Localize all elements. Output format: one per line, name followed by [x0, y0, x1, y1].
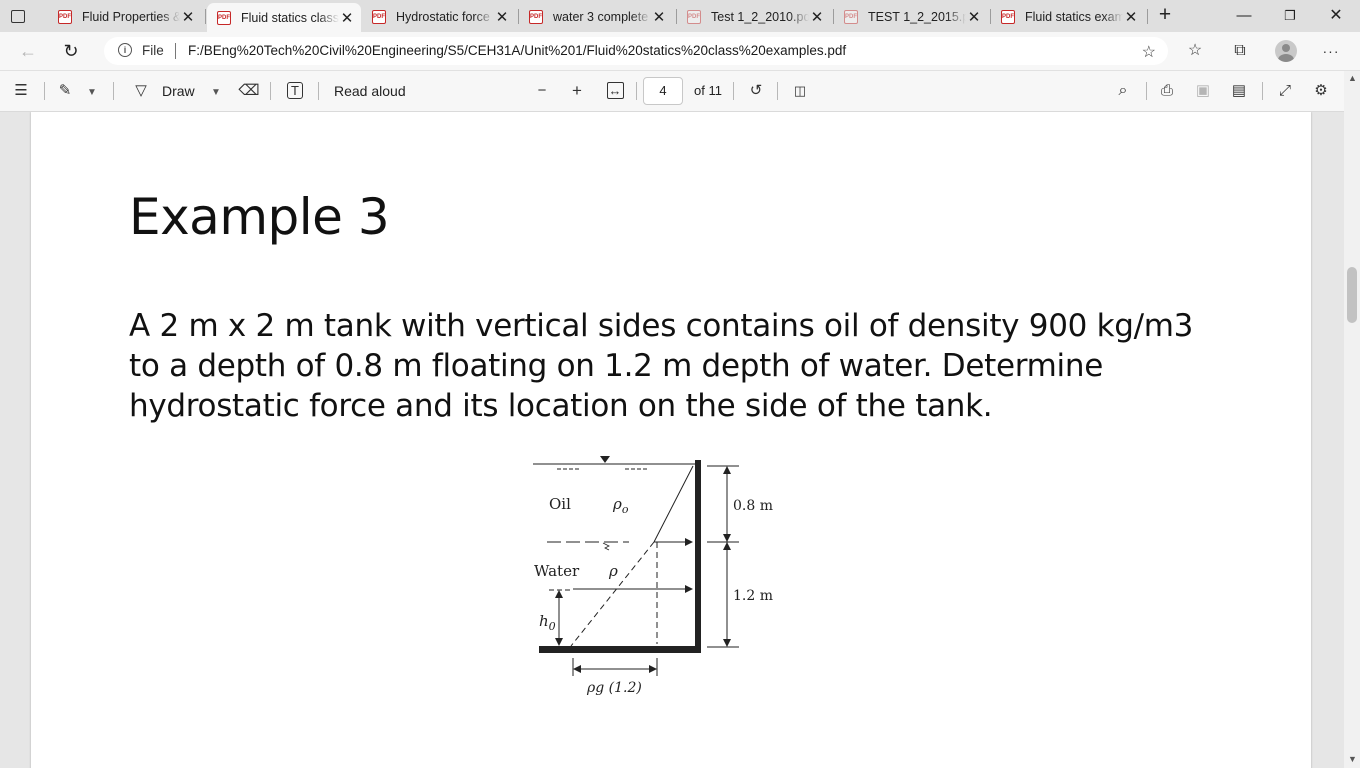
tab-fluid-statics-exam[interactable]: PDF Fluid statics exam ✕	[991, 3, 1145, 30]
settings-gear-icon[interactable]: ⚙	[1310, 80, 1332, 102]
water-depth-dimension: 1.2 m	[733, 588, 773, 604]
scrollbar-thumb[interactable]	[1347, 267, 1357, 323]
toolbar-divider	[1262, 82, 1263, 100]
tab-divider	[205, 9, 206, 24]
toolbar-divider	[733, 82, 734, 100]
window-close-icon[interactable]: ✕	[1314, 3, 1358, 29]
draw-pen-icon[interactable]: ▽	[131, 80, 151, 102]
draw-dropdown-chevron-icon[interactable]: ▼	[208, 80, 224, 102]
page-view-icon[interactable]: ◫	[789, 80, 811, 102]
address-bar: ← ↻ i File F:/BEng%20Tech%20Civil%20Engi…	[0, 32, 1360, 71]
tab-fluid-properties[interactable]: PDF Fluid Properties & ✕	[48, 3, 202, 30]
problem-statement: A 2 m x 2 m tank with vertical sides con…	[129, 308, 1194, 424]
pdf-file-icon: PDF	[844, 9, 858, 24]
profile-avatar[interactable]	[1275, 40, 1297, 62]
close-icon[interactable]: ✕	[180, 8, 196, 26]
toolbar-divider	[318, 82, 319, 100]
fit-to-width-icon[interactable]: ↔	[603, 80, 627, 102]
zoom-in-icon[interactable]: +	[567, 80, 587, 102]
toolbar-divider	[777, 82, 778, 100]
highlight-marker-icon[interactable]: ✎	[54, 80, 76, 102]
print-icon[interactable]: ⎙	[1156, 80, 1178, 102]
add-favorite-star-icon[interactable]: ☆	[1142, 42, 1156, 62]
toolbar-divider	[1146, 82, 1147, 100]
minimize-icon[interactable]: —	[1222, 3, 1266, 29]
scroll-up-arrow-icon[interactable]: ▲	[1348, 73, 1357, 83]
tab-divider	[1147, 9, 1148, 24]
pdf-file-icon: PDF	[687, 9, 701, 24]
vertical-scrollbar[interactable]: ▲ ▼	[1344, 71, 1360, 768]
oil-label: Oil	[549, 495, 571, 513]
pdf-file-icon: PDF	[217, 10, 231, 25]
tab-hydrostatic-force[interactable]: PDF Hydrostatic force ✕	[362, 3, 516, 30]
eraser-icon[interactable]: ⌫	[238, 80, 260, 102]
highlight-dropdown-chevron-icon[interactable]: ▼	[84, 80, 100, 102]
scroll-down-arrow-icon[interactable]: ▼	[1348, 754, 1357, 764]
tank-pressure-diagram: Oil ρo Water ρ h0 0.8 m 1.2 m ρg (1.2)	[533, 456, 773, 696]
rotate-icon[interactable]: ↺	[745, 80, 767, 102]
url-scheme-label: File	[142, 43, 164, 58]
toolbar-divider	[113, 82, 114, 100]
h0-symbol: h0	[539, 612, 556, 633]
pdf-toolbar: ☰ ✎ ▼ ▽ Draw ▼ ⌫ T Read aloud − + ↔ 4 of…	[0, 71, 1360, 112]
search-icon[interactable]: ⌕	[1112, 80, 1134, 102]
tab-title: Fluid statics exam	[1025, 9, 1123, 24]
draw-button[interactable]: Draw	[162, 80, 195, 102]
contents-list-icon[interactable]: ☰	[10, 80, 32, 102]
tab-test-2010[interactable]: PDF Test 1_2_2010.pdf ✕	[677, 3, 831, 30]
pdf-file-icon: PDF	[58, 9, 72, 24]
tab-title: Fluid statics class	[241, 10, 339, 25]
pdf-file-icon: PDF	[372, 9, 386, 24]
tab-actions-icon[interactable]	[8, 6, 28, 26]
restore-icon[interactable]: ❐	[1268, 3, 1312, 29]
bottom-pressure-label: ρg (1.2)	[586, 680, 642, 696]
favorites-icon[interactable]: ☆	[1182, 39, 1208, 63]
page-heading: Example 3	[129, 188, 390, 246]
tab-fluid-statics-class[interactable]: PDF Fluid statics class ✕	[207, 3, 361, 32]
tab-test-2015[interactable]: PDF TEST 1_2_2015.pdf ✕	[834, 3, 988, 30]
tab-title: Hydrostatic force	[396, 9, 490, 24]
new-tab-plus-icon[interactable]: +	[1154, 4, 1176, 26]
tab-title: Test 1_2_2010.pdf	[711, 9, 809, 24]
close-icon[interactable]: ✕	[494, 8, 510, 26]
toolbar-divider	[270, 82, 271, 100]
oil-density-symbol: ρo	[612, 495, 629, 516]
info-icon[interactable]: i	[118, 43, 132, 57]
collections-icon[interactable]: ⧉	[1227, 39, 1253, 63]
toolbar-divider	[636, 82, 637, 100]
url-text[interactable]: F:/BEng%20Tech%20Civil%20Engineering/S5/…	[188, 43, 846, 58]
zoom-out-icon[interactable]: −	[532, 80, 552, 102]
url-divider	[175, 43, 176, 59]
close-icon[interactable]: ✕	[339, 9, 355, 27]
back-arrow-icon[interactable]: ←	[14, 38, 42, 64]
tab-title: water 3 complete	[553, 9, 649, 24]
refresh-icon[interactable]: ↻	[57, 38, 85, 64]
page-number-input[interactable]: 4	[643, 77, 683, 105]
url-field[interactable]: i File F:/BEng%20Tech%20Civil%20Engineer…	[104, 37, 1168, 65]
close-icon[interactable]: ✕	[1123, 8, 1139, 26]
more-options-icon[interactable]: ···	[1318, 39, 1344, 63]
tab-title: TEST 1_2_2015.pdf	[868, 9, 966, 24]
close-icon[interactable]: ✕	[651, 8, 667, 26]
save-icon[interactable]: ▣	[1192, 80, 1214, 102]
tab-water-3-complete[interactable]: PDF water 3 complete ✕	[519, 3, 673, 30]
pdf-file-icon: PDF	[529, 9, 543, 24]
oil-depth-dimension: 0.8 m	[733, 498, 773, 514]
read-aloud-button[interactable]: Read aloud	[334, 80, 406, 102]
fullscreen-icon[interactable]: ⤢	[1274, 80, 1296, 102]
pdf-page: Example 3 A 2 m x 2 m tank with vertical…	[31, 112, 1311, 768]
toolbar-divider	[44, 82, 45, 100]
close-icon[interactable]: ✕	[809, 8, 825, 26]
save-as-icon[interactable]: ▤	[1228, 80, 1250, 102]
close-icon[interactable]: ✕	[966, 8, 982, 26]
pdf-viewer[interactable]: Example 3 A 2 m x 2 m tank with vertical…	[0, 112, 1344, 768]
tab-title: Fluid Properties &	[82, 9, 180, 24]
water-density-symbol: ρ	[608, 562, 618, 580]
page-total-label: of 11	[694, 83, 722, 98]
pdf-file-icon: PDF	[1001, 9, 1015, 24]
add-text-icon[interactable]: T	[284, 80, 306, 102]
tab-strip: PDF Fluid Properties & ✕ PDF Fluid stati…	[0, 0, 1360, 32]
water-label: Water	[534, 562, 580, 580]
